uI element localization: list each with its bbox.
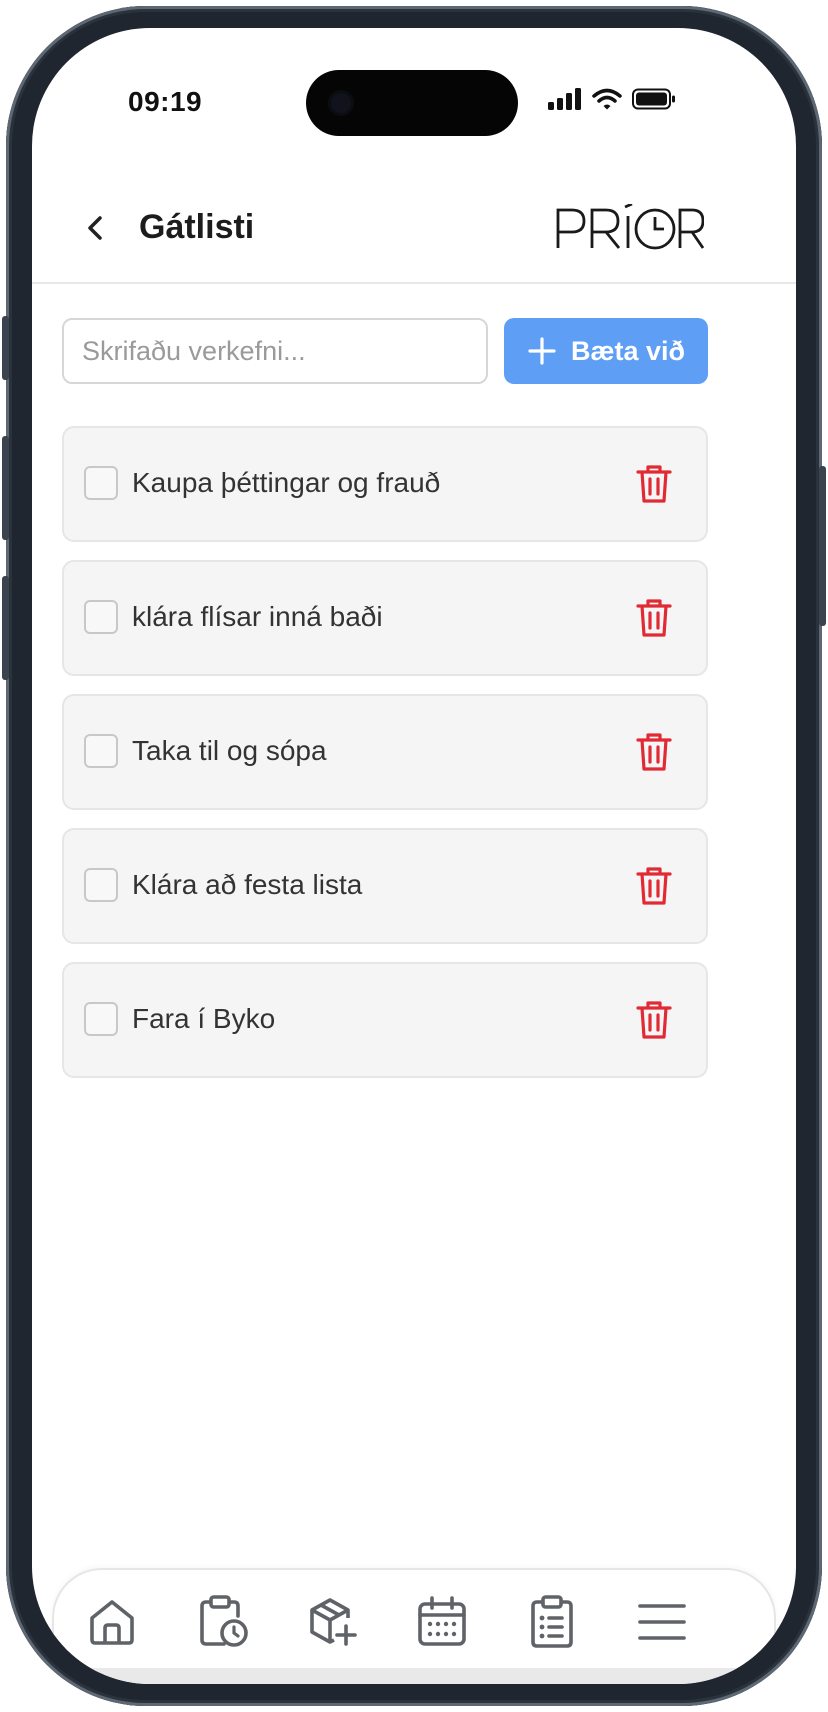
home-indicator-area [32,1668,796,1684]
menu-icon[interactable] [634,1594,690,1650]
trash-icon[interactable] [634,865,674,907]
package-add-icon[interactable] [304,1594,360,1650]
trash-icon[interactable] [634,597,674,639]
dynamic-island [306,70,518,136]
task-label: Fara í Byko [132,1003,276,1034]
trash-icon[interactable] [634,463,674,505]
calendar-icon[interactable] [414,1594,470,1650]
task-list: Kaupa þéttingar og frauð klára flísar in… [62,426,708,1096]
home-icon[interactable] [84,1594,140,1650]
task-checkbox[interactable] [84,1002,118,1036]
volume-down-button [2,576,9,680]
task-label: Klára að festa lista [132,869,363,900]
signal-icon [548,88,582,110]
screen: 09:19 Gátlisti Skrifaðu verkefni... Bæta… [32,28,796,1684]
phone-frame: 09:19 Gátlisti Skrifaðu verkefni... Bæta… [2,6,826,1706]
chevron-left-icon[interactable] [76,208,116,248]
task-item: Fara í Byko [62,962,708,1078]
task-input[interactable] [62,318,488,384]
volume-up-button [2,436,9,540]
status-time: 09:19 [128,86,203,117]
add-task-button[interactable]: Bæta við [504,318,708,384]
task-label: Taka til og sópa [132,735,327,766]
task-label: Kaupa þéttingar og frauð [132,467,441,498]
task-checkbox[interactable] [84,868,118,902]
plus-icon [527,336,557,366]
prior-logo [554,204,704,254]
task-checkbox[interactable] [84,600,118,634]
trash-icon[interactable] [634,731,674,773]
task-item: Taka til og sópa [62,694,708,810]
task-label: klára flísar inná baði [132,601,383,632]
clipboard-clock-icon[interactable] [194,1594,250,1650]
task-checkbox[interactable] [84,734,118,768]
checklist-icon[interactable] [524,1594,580,1650]
task-item: Klára að festa lista [62,828,708,944]
task-item: Kaupa þéttingar og frauð [62,426,708,542]
action-button [2,316,9,380]
app-header: Gátlisti [32,178,796,284]
camera-lens [328,90,354,116]
power-button [819,466,826,626]
status-icons [548,88,676,110]
add-task-button-label: Bæta við [570,335,686,366]
battery-icon [632,88,676,110]
task-checkbox[interactable] [84,466,118,500]
bottom-nav [52,1568,776,1672]
page-title: Gátlisti [139,208,255,246]
task-item: klára flísar inná baði [62,560,708,676]
wifi-icon [592,88,622,110]
trash-icon[interactable] [634,999,674,1041]
